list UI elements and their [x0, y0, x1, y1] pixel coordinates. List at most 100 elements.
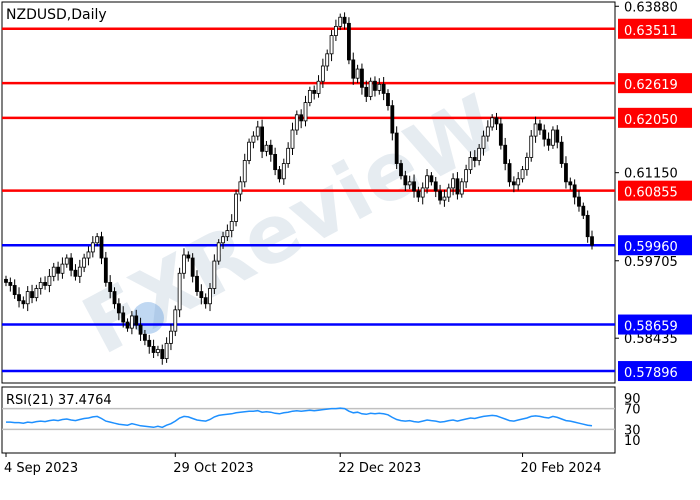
candle-body: [420, 187, 425, 198]
candle-body: [30, 291, 34, 299]
candle-body: [268, 144, 273, 155]
candle-body: [112, 291, 117, 305]
candle-body: [95, 236, 100, 244]
candle-body: [360, 68, 364, 88]
candle-body: [481, 135, 486, 149]
candle-body: [38, 282, 43, 289]
level-label: 0.62050: [624, 113, 678, 128]
candle-body: [533, 123, 538, 137]
candle-body: [225, 230, 230, 238]
chart-stage: FXRevieW 0.63880 0.61150 0.59705 0.58435 0.63…: [0, 0, 700, 500]
price-tick-label: 0.59705: [624, 255, 678, 270]
candle-body: [12, 285, 17, 296]
candle-body: [498, 123, 503, 146]
candle-body: [251, 135, 256, 143]
candle-body: [438, 190, 442, 201]
candle-body: [368, 80, 373, 97]
candle-body: [47, 275, 52, 286]
candle-body: [559, 141, 564, 164]
candle-body: [64, 257, 69, 265]
level-label: 0.58659: [624, 320, 678, 335]
candle-body: [234, 193, 238, 222]
rsi-label: RSI(21) 37.4764: [6, 393, 112, 408]
candle-body: [190, 257, 195, 277]
candle-body: [542, 129, 547, 140]
candle-body: [390, 105, 395, 134]
candle-body: [412, 181, 416, 192]
candle-body: [459, 181, 464, 195]
candle-body: [451, 178, 455, 189]
candle-body: [477, 147, 482, 161]
candle-body: [494, 117, 499, 125]
candle-body: [4, 278, 8, 283]
candle-body: [86, 251, 91, 259]
candle-body: [538, 123, 542, 131]
candle-body: [503, 144, 508, 164]
candle-body: [138, 324, 143, 335]
candle-body: [442, 196, 447, 201]
candle-body: [281, 163, 286, 180]
candle-body: [17, 294, 21, 302]
candle-body: [524, 157, 529, 171]
candle-body: [73, 269, 78, 277]
candle-body: [51, 266, 56, 277]
candle-body: [199, 291, 204, 299]
candle-body: [572, 184, 577, 198]
candle-body: [416, 190, 421, 198]
candle-body: [516, 178, 521, 186]
candle-body: [238, 181, 243, 195]
candle-body: [108, 282, 113, 292]
candle-body: [446, 187, 451, 198]
x-tick-label: 22 Dec 2023: [338, 461, 421, 476]
x-tick-label: 20 Feb 2024: [521, 461, 602, 476]
candle-body: [455, 178, 460, 195]
candle-body: [507, 163, 512, 183]
candle-body: [60, 263, 65, 274]
candle-body: [377, 83, 382, 91]
candle-body: [103, 257, 108, 283]
candle-body: [485, 126, 490, 137]
candle-body: [143, 333, 147, 341]
candle-body: [529, 135, 534, 158]
candle-body: [403, 175, 408, 186]
candle-body: [277, 169, 282, 180]
candle-body: [134, 315, 139, 326]
candle-body: [182, 254, 186, 274]
candle-body: [564, 163, 568, 183]
candle-body: [381, 83, 386, 94]
candle-body: [312, 89, 317, 94]
candle-body: [164, 342, 169, 360]
candle-body: [373, 80, 377, 91]
candle-body: [99, 236, 104, 259]
candle-body: [386, 93, 390, 107]
candle-body: [468, 157, 473, 171]
candle-body: [333, 25, 338, 36]
candle-body: [43, 282, 47, 286]
candle-body: [264, 144, 269, 152]
price-tick-label: 0.63880: [624, 0, 678, 15]
candle-body: [216, 242, 221, 262]
candle-body: [464, 169, 469, 183]
candle-body: [342, 16, 347, 24]
candle-body: [585, 214, 590, 238]
candlestick-chart: FXRevieW0.638800.611500.597050.584350.63…: [1, 0, 692, 476]
candle-body: [303, 102, 308, 122]
candle-body: [273, 153, 278, 171]
candle-body: [394, 132, 399, 164]
candle-body: [173, 309, 178, 332]
candle-body: [511, 181, 516, 186]
candle-body: [299, 114, 304, 122]
candle-body: [520, 169, 525, 180]
candle-body: [568, 181, 573, 186]
x-tick-label: 29 Oct 2023: [173, 461, 253, 476]
candle-body: [555, 129, 560, 143]
candle-body: [242, 160, 247, 183]
candle-body: [429, 175, 434, 183]
candle-body: [399, 163, 403, 177]
candle-body: [195, 275, 199, 292]
candle-body: [551, 129, 555, 146]
candle-body: [255, 126, 260, 137]
chart-title: NZDUSD,Daily: [6, 7, 107, 23]
candle-body: [177, 272, 182, 311]
candle-body: [351, 59, 356, 79]
